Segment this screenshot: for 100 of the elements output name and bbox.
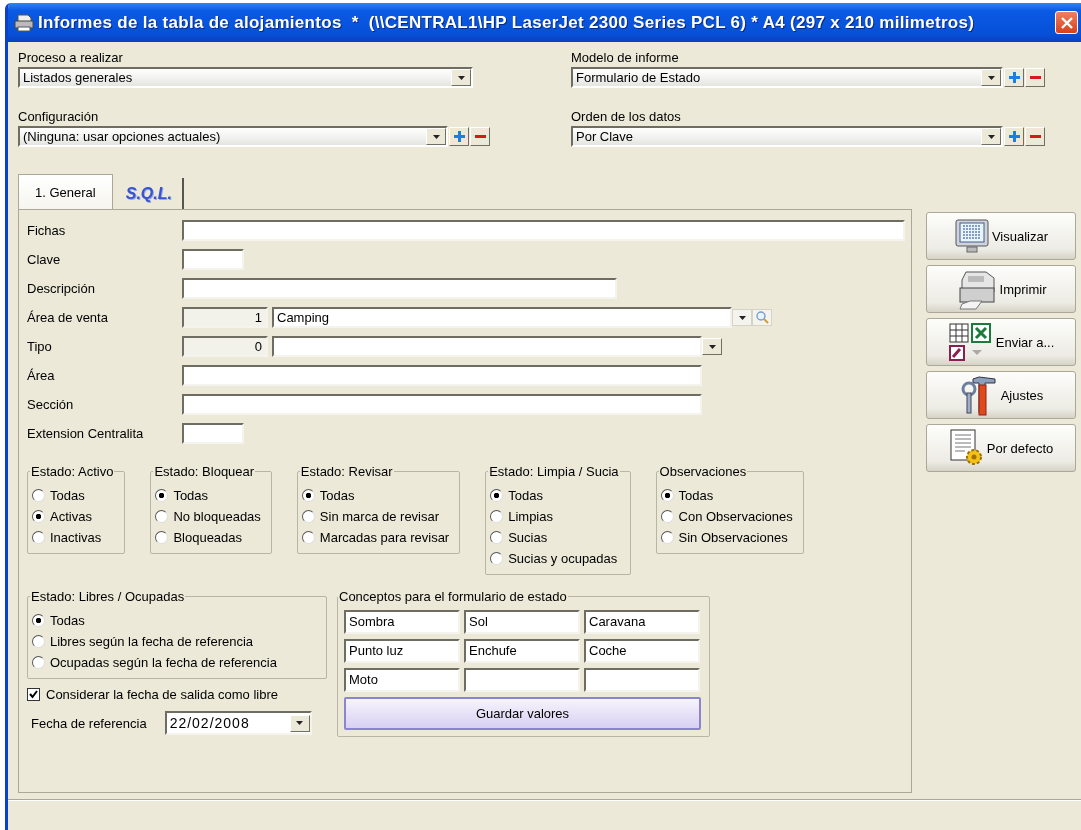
text-field[interactable]: Caravana <box>584 610 700 634</box>
radio-button[interactable] <box>32 656 45 669</box>
radio-option[interactable]: Sin marca de revisar <box>301 506 450 527</box>
add-button[interactable] <box>1004 68 1024 87</box>
printer-icon <box>14 13 34 32</box>
field-label: Extension Centralita <box>27 426 145 441</box>
radio-option[interactable]: Todas <box>32 485 115 506</box>
action-button[interactable]: Por defecto <box>926 424 1076 472</box>
remove-button[interactable] <box>1025 127 1045 146</box>
radio-option[interactable]: No bloqueadas <box>155 506 261 527</box>
remove-button[interactable] <box>1025 68 1045 87</box>
radio-button[interactable] <box>32 614 45 627</box>
field-label: Área <box>27 368 56 383</box>
group-title: Estado: Libres / Ocupadas <box>30 589 186 604</box>
caret-icon <box>738 315 746 320</box>
radio-option[interactable]: Con Observaciones <box>660 506 793 527</box>
radio-button[interactable] <box>301 489 315 502</box>
radio-option[interactable]: Sucias y ocupadas <box>490 548 620 569</box>
save-button[interactable]: Guardar valores <box>344 697 701 730</box>
code-field: 1 <box>182 307 268 328</box>
plus-icon <box>1008 72 1020 83</box>
radio-button[interactable] <box>490 510 504 523</box>
radio-button[interactable] <box>490 531 504 544</box>
caret-icon <box>708 344 716 349</box>
text-field[interactable]: Moto <box>344 668 460 692</box>
caret-icon <box>987 75 995 80</box>
caret-icon <box>457 75 465 80</box>
action-button[interactable]: Imprimir <box>926 265 1076 313</box>
text-field[interactable] <box>182 249 244 270</box>
caret-icon <box>987 134 995 139</box>
radio-option[interactable]: Todas <box>32 610 316 631</box>
radio-option[interactable]: Todas <box>660 485 793 506</box>
radio-option[interactable]: Sin Observaciones <box>660 527 793 548</box>
radio-option[interactable]: Limpias <box>490 506 620 527</box>
add-button[interactable] <box>1004 127 1024 146</box>
field-label: Proceso a realizar <box>18 50 124 67</box>
add-button[interactable] <box>449 127 469 146</box>
text-field[interactable] <box>584 668 700 692</box>
field-label: Área de venta <box>27 310 109 325</box>
radio-option[interactable]: Todas <box>155 485 261 506</box>
document-gear-icon <box>948 429 985 467</box>
text-field[interactable] <box>182 423 244 444</box>
radio-button[interactable] <box>301 510 315 523</box>
lookup-field[interactable]: Camping <box>272 307 732 328</box>
radio-option[interactable]: Inactivas <box>32 527 115 548</box>
text-field[interactable]: Sol <box>464 610 580 634</box>
radio-button[interactable] <box>660 531 674 544</box>
radio-button[interactable] <box>32 635 45 648</box>
radio-option[interactable]: Libres según la fecha de referencia <box>32 631 316 652</box>
group-title: Estado: Bloquear <box>153 464 256 479</box>
radio-button[interactable] <box>32 489 45 502</box>
checkbox-option[interactable]: Considerar la fecha de salida como libre <box>27 683 327 705</box>
close-button[interactable] <box>1055 11 1078 34</box>
text-field[interactable] <box>182 394 702 415</box>
radio-option[interactable]: Ocupadas según la fecha de referencia <box>32 652 316 673</box>
action-button[interactable]: Visualizar <box>926 212 1076 260</box>
radio-button[interactable] <box>155 531 169 544</box>
radio-button[interactable] <box>32 510 45 523</box>
radio-button[interactable] <box>155 489 169 502</box>
dropdown-field[interactable]: Por Clave <box>571 126 1003 147</box>
group-title: Estado: Revisar <box>299 464 394 479</box>
action-button[interactable]: Enviar a... <box>926 318 1076 366</box>
radio-button[interactable] <box>660 510 674 523</box>
radio-option[interactable]: Todas <box>490 485 620 506</box>
action-button[interactable]: Ajustes <box>926 371 1076 419</box>
radio-option[interactable]: Todas <box>301 485 450 506</box>
window-title: Informes de la tabla de alojamientos * (\\CENTRAL1\HP LaserJet 2300 Series PCL 6) * A4 (297 x 210 milimetros) <box>38 12 976 33</box>
radio-button[interactable] <box>660 489 674 502</box>
text-field[interactable] <box>182 220 905 241</box>
code-field: 0 <box>182 336 268 357</box>
radio-option[interactable]: Marcadas para revisar <box>301 527 450 548</box>
dropdown-field[interactable]: Formulario de Estado <box>571 67 1003 88</box>
text-field[interactable]: Punto luz <box>344 639 460 663</box>
remove-button[interactable] <box>470 127 490 146</box>
text-field[interactable]: Enchufe <box>464 639 580 663</box>
field-label: Fecha de referencia <box>31 715 147 731</box>
radio-button[interactable] <box>301 531 315 544</box>
radio-option[interactable]: Bloqueadas <box>155 527 261 548</box>
radio-option[interactable]: Sucias <box>490 527 620 548</box>
text-field[interactable]: Sombra <box>344 610 460 634</box>
plus-icon <box>1008 131 1020 142</box>
text-field[interactable] <box>182 365 702 386</box>
checkbox[interactable] <box>27 687 40 701</box>
radio-button[interactable] <box>490 552 504 565</box>
date-field[interactable]: 22/02/2008 <box>164 711 312 735</box>
group-title: Conceptos para el formulario de estado <box>338 589 568 604</box>
tab[interactable]: 1. General <box>18 174 113 209</box>
dropdown-field[interactable]: Listados generales <box>18 67 473 88</box>
dropdown-button[interactable] <box>732 309 752 326</box>
radio-button[interactable] <box>155 510 169 523</box>
minus-icon <box>474 135 486 138</box>
text-field[interactable]: Coche <box>584 639 700 663</box>
text-field[interactable] <box>182 278 617 299</box>
text-field[interactable] <box>464 668 580 692</box>
radio-button[interactable] <box>490 489 504 502</box>
dropdown-field[interactable] <box>272 336 702 357</box>
radio-button[interactable] <box>32 531 45 544</box>
radio-option[interactable]: Activas <box>32 506 115 527</box>
export-icon <box>947 322 994 362</box>
dropdown-field[interactable]: (Ninguna: usar opciones actuales) <box>18 126 448 147</box>
